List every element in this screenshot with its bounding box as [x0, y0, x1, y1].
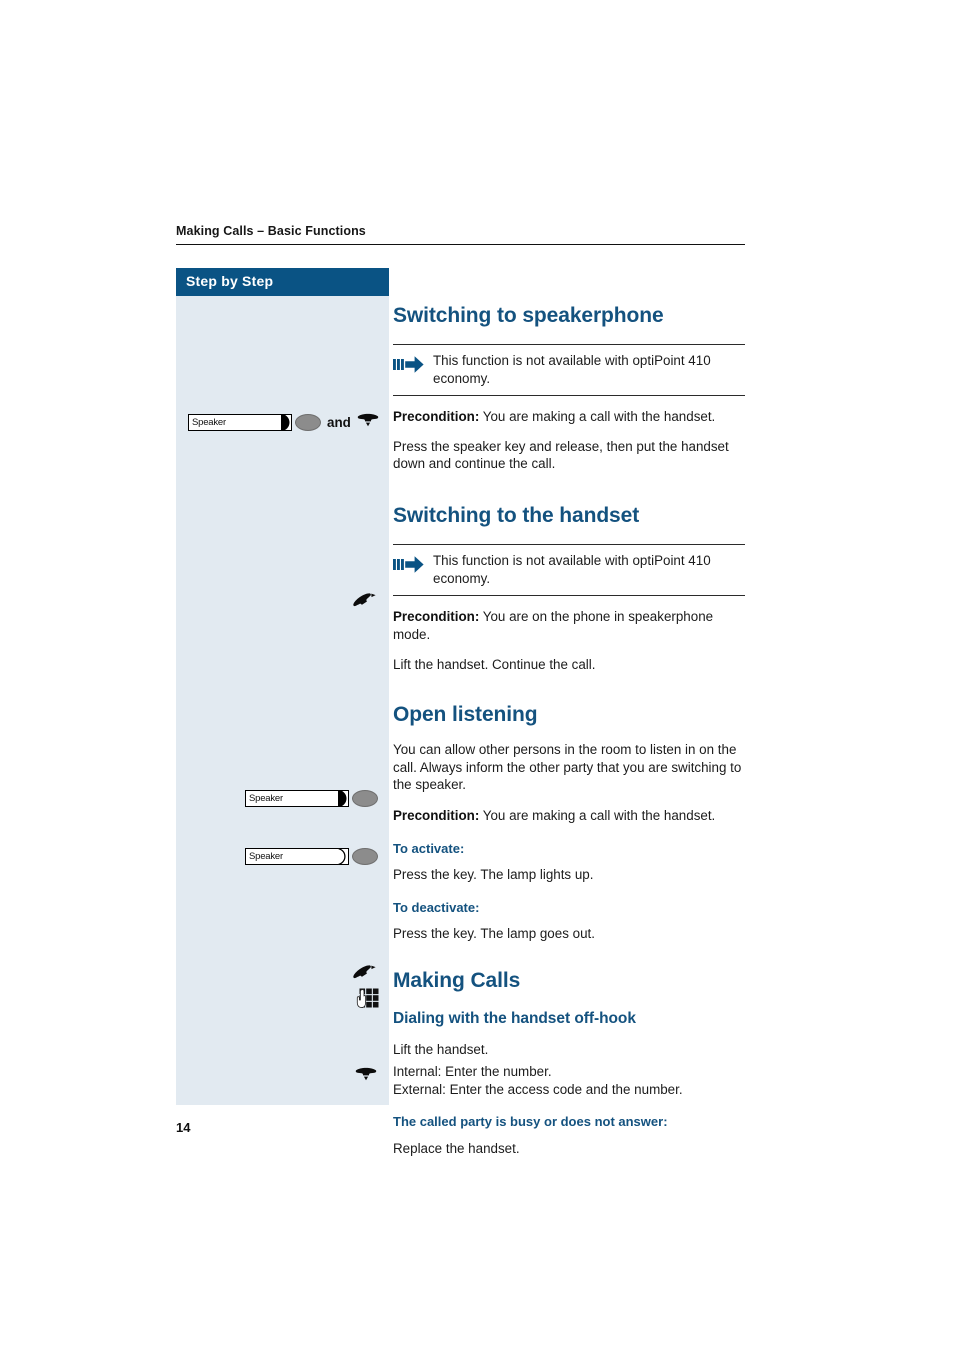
- note-text-speakerphone: This function is not available with opti…: [433, 353, 711, 386]
- note-arrow-icon: [393, 355, 424, 379]
- note-arrow-icon: [393, 555, 424, 579]
- sidebar-item-lift-handset-dial[interactable]: [352, 965, 377, 989]
- handset-on-hook-icon: [356, 412, 380, 433]
- speaker-key-label-activate: Speaker: [249, 793, 283, 804]
- note-box-speakerphone: This function is not available with opti…: [393, 344, 745, 397]
- precondition-text: You are making a call with the handset.: [479, 808, 716, 823]
- text-replace-handset: Replace the handset.: [393, 1141, 520, 1157]
- speaker-key-lamp-off-icon: [338, 847, 349, 865]
- precondition-text: You are making a call with the handset.: [479, 409, 716, 425]
- speaker-key-graphic-activate[interactable]: Speaker: [245, 789, 378, 807]
- header-rule: [176, 244, 745, 245]
- speaker-button-oval-icon[interactable]: [352, 848, 378, 865]
- sidebar-header: Step by Step: [176, 268, 389, 296]
- step-enter-number: Internal: Enter the number. External: Ent…: [393, 1063, 745, 1098]
- section-title-open-listening: Open listening: [393, 703, 538, 727]
- speaker-key-box[interactable]: Speaker: [188, 413, 292, 431]
- section-title-making-calls: Making Calls: [393, 968, 521, 992]
- text-to-deactivate: Press the key. The lamp goes out.: [393, 926, 595, 942]
- heading-to-activate: To activate:: [393, 840, 465, 856]
- sidebar-item-lift-handset[interactable]: [352, 593, 377, 617]
- precondition-label: Precondition:: [393, 609, 480, 625]
- sidebar-item-speaker-key-and-replace-handset[interactable]: Speaker and: [188, 412, 380, 433]
- heading-to-deactivate: To deactivate:: [393, 899, 480, 915]
- sidebar-header-label: Step by Step: [186, 273, 274, 289]
- precondition-open-listening: Precondition: You are making a call with…: [393, 807, 745, 825]
- sidebar-item-speaker-key-deactivate[interactable]: Speaker: [245, 847, 378, 865]
- step-by-step-sidebar: Step by Step Speaker and Speaker Speaker: [176, 268, 389, 1105]
- precondition-label: Precondition:: [393, 808, 480, 823]
- intro-open-listening: You can allow other persons in the room …: [393, 742, 742, 793]
- step-enter-internal: Internal: Enter the number.: [393, 1064, 552, 1080]
- speaker-key-lamp-on-icon: [338, 789, 349, 807]
- instruction-speakerphone: Press the speaker key and release, then …: [393, 438, 729, 472]
- section-title-switching-to-speakerphone: Switching to speakerphone: [393, 304, 664, 327]
- subsection-title-dialing-handset-off-hook: Dialing with the handset off-hook: [393, 1010, 636, 1028]
- running-header-text: Making Calls – Basic Functions: [176, 224, 366, 238]
- step-lift-handset: Lift the handset.: [393, 1041, 489, 1057]
- page-number: 14: [176, 1120, 191, 1135]
- handset-on-hook-icon: [354, 1066, 378, 1087]
- step-enter-external: External: Enter the access code and the …: [393, 1082, 683, 1098]
- precondition-handset: Precondition: You are on the phone in sp…: [393, 608, 745, 643]
- speaker-key-lamp-on-icon: [281, 413, 292, 431]
- speaker-key-box-deactivate[interactable]: Speaker: [245, 847, 349, 865]
- speaker-button-oval-icon[interactable]: [352, 790, 378, 807]
- sidebar-item-replace-handset[interactable]: [354, 1066, 378, 1087]
- instruction-handset: Lift the handset. Continue the call.: [393, 656, 596, 672]
- conjunction-and: and: [327, 415, 351, 430]
- handset-lift-icon: [352, 965, 377, 989]
- speaker-key-label: Speaker: [192, 417, 226, 428]
- precondition-speakerphone: Precondition: You are making a call with…: [393, 408, 745, 426]
- handset-lift-icon: [352, 593, 377, 617]
- note-text-handset: This function is not available with opti…: [433, 553, 711, 586]
- precondition-label: Precondition:: [393, 409, 480, 425]
- manual-page: Making Calls – Basic Functions Step by S…: [0, 0, 954, 1351]
- text-to-activate: Press the key. The lamp lights up.: [393, 867, 594, 883]
- speaker-button-oval-icon[interactable]: [295, 414, 321, 431]
- main-content: Switching to speakerphone This function …: [393, 268, 745, 1158]
- keypad-icon: [354, 987, 380, 1018]
- speaker-key-box-activate[interactable]: Speaker: [245, 789, 349, 807]
- speaker-key-graphic[interactable]: Speaker: [188, 413, 321, 431]
- sidebar-item-enter-number-keypad[interactable]: [354, 987, 380, 1018]
- heading-called-party-busy: The called party is busy or does not ans…: [393, 1113, 668, 1129]
- note-box-handset: This function is not available with opti…: [393, 544, 745, 597]
- section-title-switching-to-the-handset: Switching to the handset: [393, 504, 640, 528]
- speaker-key-label-deactivate: Speaker: [249, 851, 283, 862]
- sidebar-item-speaker-key-activate[interactable]: Speaker: [245, 789, 378, 807]
- running-header: Making Calls – Basic Functions: [176, 224, 745, 245]
- speaker-key-graphic-deactivate[interactable]: Speaker: [245, 847, 378, 865]
